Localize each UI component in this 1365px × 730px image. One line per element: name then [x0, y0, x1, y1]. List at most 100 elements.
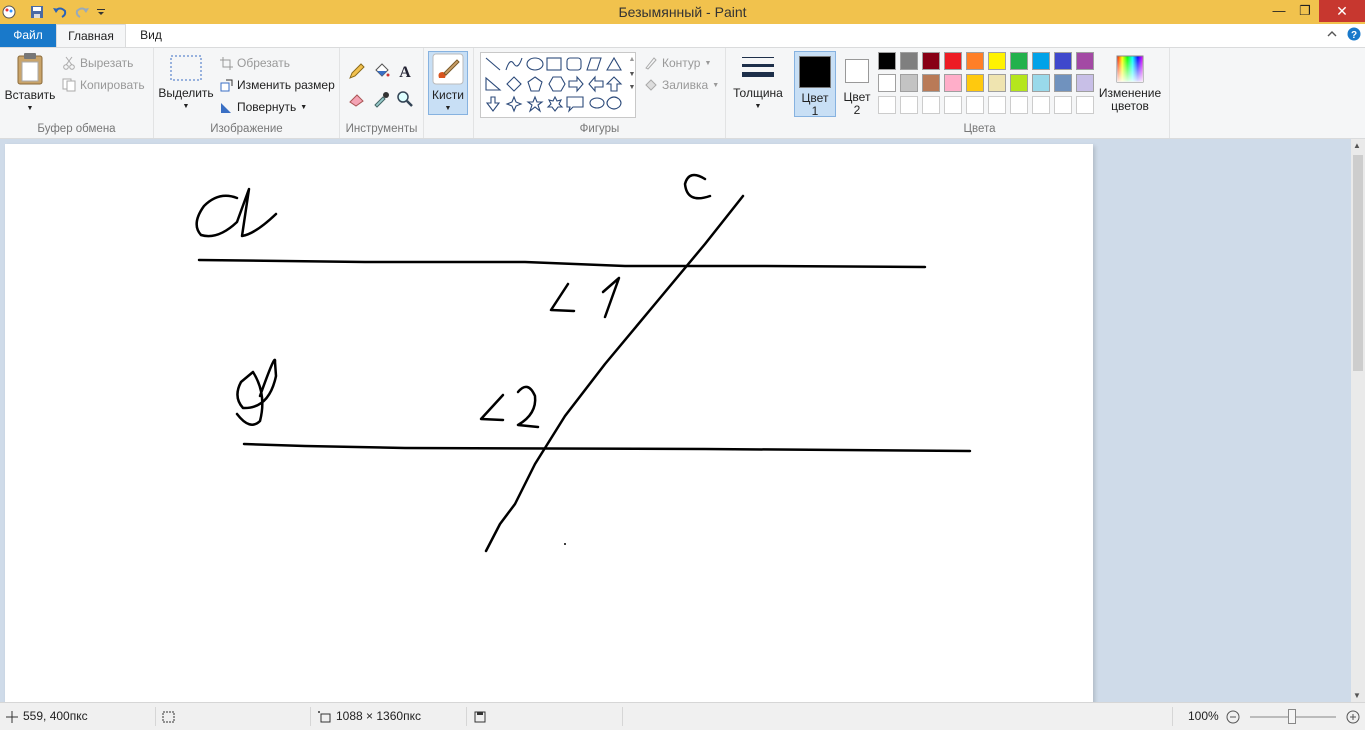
angle2-symbol — [479, 393, 505, 422]
fill-button[interactable]: Заливка ▼ — [644, 78, 719, 92]
palette-color-swatch[interactable] — [900, 74, 918, 92]
rotate-icon — [221, 102, 231, 113]
shapes-more-icon[interactable]: ▼ — [626, 84, 638, 91]
palette-color-swatch[interactable] — [988, 74, 1006, 92]
magnifier-icon[interactable] — [396, 90, 414, 108]
shapes-scroll[interactable]: ▲ ▼ ▼ — [626, 52, 638, 116]
group-size: Толщина ▼ — [726, 48, 790, 138]
cut-button[interactable]: Вырезать — [62, 56, 133, 70]
scroll-up-icon[interactable]: ▲ — [1353, 141, 1361, 150]
palette-color-swatch[interactable] — [900, 52, 918, 70]
custom-color-slot[interactable] — [966, 96, 984, 114]
select-button[interactable]: Выделить ▼ — [158, 54, 214, 113]
palette-color-swatch[interactable] — [966, 74, 984, 92]
color1-button[interactable]: Цвет 1 — [794, 51, 836, 118]
shapes-scroll-down-icon[interactable]: ▼ — [626, 71, 638, 78]
scroll-thumb[interactable] — [1353, 155, 1363, 371]
maximize-button[interactable]: ❐ — [1290, 0, 1320, 22]
fill-bucket-icon[interactable] — [372, 62, 390, 80]
palette-color-swatch[interactable] — [1032, 74, 1050, 92]
image-size-icon — [318, 710, 331, 722]
drawing-canvas[interactable] — [5, 144, 1093, 702]
paste-button[interactable]: Вставить ▼ — [4, 52, 56, 115]
size-dropdown-icon: ▼ — [754, 103, 762, 110]
tab-file[interactable]: Файл — [0, 24, 56, 47]
palette-color-swatch[interactable] — [1010, 52, 1028, 70]
palette-color-swatch[interactable] — [878, 74, 896, 92]
vertical-scrollbar[interactable]: ▲ ▼ — [1351, 139, 1365, 702]
palette-color-swatch[interactable] — [1054, 74, 1072, 92]
palette-color-swatch[interactable] — [922, 74, 940, 92]
copy-button[interactable]: Копировать — [62, 78, 145, 92]
cut-label: Вырезать — [80, 56, 134, 70]
palette-color-swatch[interactable] — [1054, 52, 1072, 70]
crop-icon — [220, 56, 233, 70]
image-size-value: 1088 × 1360пкс — [336, 709, 421, 723]
color-palette — [878, 52, 1100, 118]
zoom-in-icon[interactable] — [1346, 710, 1360, 724]
size-label: Толщина — [733, 86, 783, 100]
cursor-position-value: 559, 400пкс — [23, 709, 88, 723]
palette-color-swatch[interactable] — [1076, 52, 1094, 70]
color2-button[interactable]: Цвет 2 — [838, 51, 876, 117]
zoom-out-icon[interactable] — [1226, 710, 1240, 724]
color-picker-icon[interactable] — [372, 90, 390, 108]
resize-button[interactable]: Изменить размер — [220, 78, 335, 92]
palette-color-swatch[interactable] — [922, 52, 940, 70]
palette-color-swatch[interactable] — [878, 52, 896, 70]
shapes-scroll-up-icon[interactable]: ▲ — [626, 56, 638, 63]
edit-colors-button[interactable]: Изменение цветов — [1098, 54, 1162, 113]
tab-view[interactable]: Вид — [128, 24, 174, 47]
custom-color-slot[interactable] — [944, 96, 962, 114]
select-icon — [170, 55, 202, 81]
eraser-icon[interactable] — [348, 90, 366, 108]
digit2-stroke — [516, 385, 540, 429]
help-icon[interactable]: ? — [1347, 27, 1361, 41]
palette-color-swatch[interactable] — [966, 52, 984, 70]
copy-icon — [62, 78, 76, 92]
line-size-icon — [742, 57, 774, 77]
text-icon[interactable]: A — [396, 62, 414, 80]
tab-home[interactable]: Главная — [56, 24, 126, 47]
rotate-label: Повернуть — [237, 100, 297, 114]
outline-dropdown-icon: ▼ — [704, 59, 712, 67]
size-button[interactable]: Толщина ▼ — [730, 54, 786, 113]
copy-label: Копировать — [80, 78, 145, 92]
custom-color-slot[interactable] — [988, 96, 1006, 114]
color1-label-line2: 1 — [811, 104, 819, 118]
outline-button[interactable]: Контур ▼ — [644, 56, 711, 70]
brushes-button[interactable]: Кисти ▼ — [428, 51, 468, 115]
canvas-area — [0, 139, 1351, 702]
resize-label: Изменить размер — [237, 78, 335, 92]
close-button[interactable]: ✕ — [1319, 0, 1365, 22]
shapes-gallery-icons[interactable] — [483, 55, 633, 115]
custom-color-slot[interactable] — [1010, 96, 1028, 114]
pencil-icon[interactable] — [348, 62, 366, 80]
custom-color-slot[interactable] — [900, 96, 918, 114]
palette-color-swatch[interactable] — [988, 52, 1006, 70]
title-bar: Безымянный - Paint — ❐ ✕ — [0, 0, 1365, 24]
clipboard-group-label: Буфер обмена — [37, 123, 116, 135]
disk-icon — [474, 711, 486, 722]
scroll-down-icon[interactable]: ▼ — [1353, 691, 1361, 700]
zoom-slider-thumb[interactable] — [1288, 709, 1296, 724]
collapse-ribbon-icon[interactable] — [1326, 28, 1338, 40]
crop-button[interactable]: Обрезать — [220, 56, 290, 70]
palette-color-swatch[interactable] — [1010, 74, 1028, 92]
custom-color-slot[interactable] — [878, 96, 896, 114]
custom-color-slot[interactable] — [922, 96, 940, 114]
outline-icon — [645, 57, 657, 70]
custom-color-slot[interactable] — [1032, 96, 1050, 114]
palette-color-swatch[interactable] — [1032, 52, 1050, 70]
palette-color-swatch[interactable] — [1076, 74, 1094, 92]
palette-color-swatch[interactable] — [944, 74, 962, 92]
image-group-label: Изображение — [210, 123, 283, 135]
fill-label: Заливка — [662, 78, 709, 92]
letter-b-stroke — [235, 358, 278, 426]
custom-color-slot[interactable] — [1076, 96, 1094, 114]
rotate-button[interactable]: Повернуть ▼ — [220, 100, 307, 114]
group-brushes: Кисти ▼ — [424, 48, 474, 138]
custom-color-slot[interactable] — [1054, 96, 1072, 114]
palette-color-swatch[interactable] — [944, 52, 962, 70]
edit-colors-line2: цветов — [1111, 99, 1149, 113]
